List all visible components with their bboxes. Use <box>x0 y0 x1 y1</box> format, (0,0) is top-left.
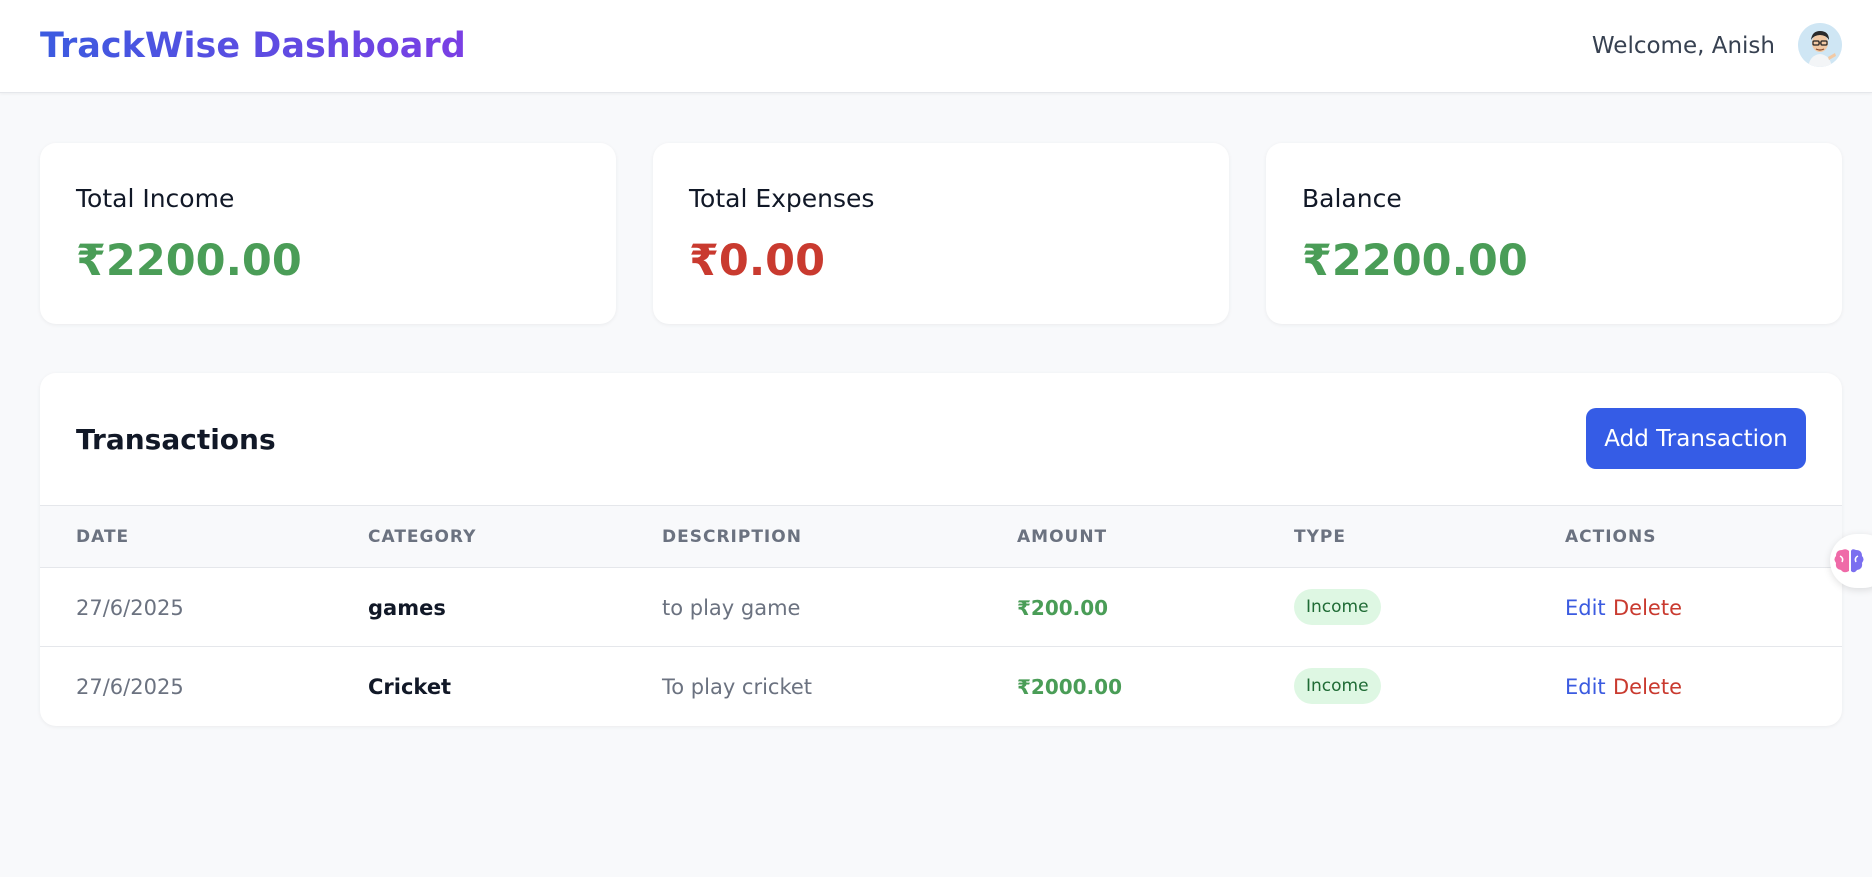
type-badge: Income <box>1294 589 1381 625</box>
column-header-type: TYPE <box>1294 527 1346 547</box>
cell-description: To play cricket <box>662 675 813 699</box>
column-header-actions: ACTIONS <box>1565 527 1657 547</box>
table-row: 27/6/2025 games to play game ₹200.00 Inc… <box>40 568 1842 647</box>
total-income-label: Total Income <box>76 184 235 213</box>
column-header-description: DESCRIPTION <box>662 527 802 547</box>
top-navbar: TrackWise Dashboard Welcome, Anish <box>0 0 1872 93</box>
balance-label: Balance <box>1302 184 1402 213</box>
table-header: DATE CATEGORY DESCRIPTION AMOUNT TYPE AC… <box>40 505 1842 568</box>
delete-link[interactable]: Delete <box>1613 673 1682 701</box>
column-header-category: CATEGORY <box>368 527 477 547</box>
total-expenses-label: Total Expenses <box>689 184 875 213</box>
add-transaction-button[interactable]: Add Transaction <box>1586 408 1806 469</box>
avatar-illustration-icon <box>1798 23 1842 67</box>
balance-value: ₹2200.00 <box>1302 236 1528 286</box>
table-row: 27/6/2025 Cricket To play cricket ₹2000.… <box>40 647 1842 726</box>
total-expenses-value: ₹0.00 <box>689 236 826 286</box>
transactions-title: Transactions <box>76 423 276 456</box>
brain-icon <box>1834 549 1864 573</box>
app-title[interactable]: TrackWise Dashboard <box>40 24 466 68</box>
total-income-card: Total Income ₹2200.00 <box>40 143 616 324</box>
cell-description: to play game <box>662 596 801 620</box>
edit-link[interactable]: Edit <box>1565 673 1606 701</box>
edit-link[interactable]: Edit <box>1565 594 1606 622</box>
delete-link[interactable]: Delete <box>1613 594 1682 622</box>
floating-assistant-button[interactable] <box>1830 534 1872 588</box>
column-header-date: DATE <box>76 527 130 547</box>
cell-category: games <box>368 596 446 620</box>
user-avatar[interactable] <box>1798 23 1842 67</box>
transactions-panel: Transactions Add Transaction DATE CATEGO… <box>40 373 1842 726</box>
balance-card: Balance ₹2200.00 <box>1266 143 1842 324</box>
cell-amount: ₹200.00 <box>1017 596 1109 620</box>
type-badge: Income <box>1294 668 1381 704</box>
cell-category: Cricket <box>368 675 452 699</box>
total-income-value: ₹2200.00 <box>76 236 302 286</box>
cell-date: 27/6/2025 <box>76 675 184 699</box>
column-header-amount: AMOUNT <box>1017 527 1108 547</box>
welcome-text: Welcome, Anish <box>1591 33 1775 59</box>
total-expenses-card: Total Expenses ₹0.00 <box>653 143 1229 324</box>
cell-amount: ₹2000.00 <box>1017 675 1123 699</box>
cell-date: 27/6/2025 <box>76 596 184 620</box>
